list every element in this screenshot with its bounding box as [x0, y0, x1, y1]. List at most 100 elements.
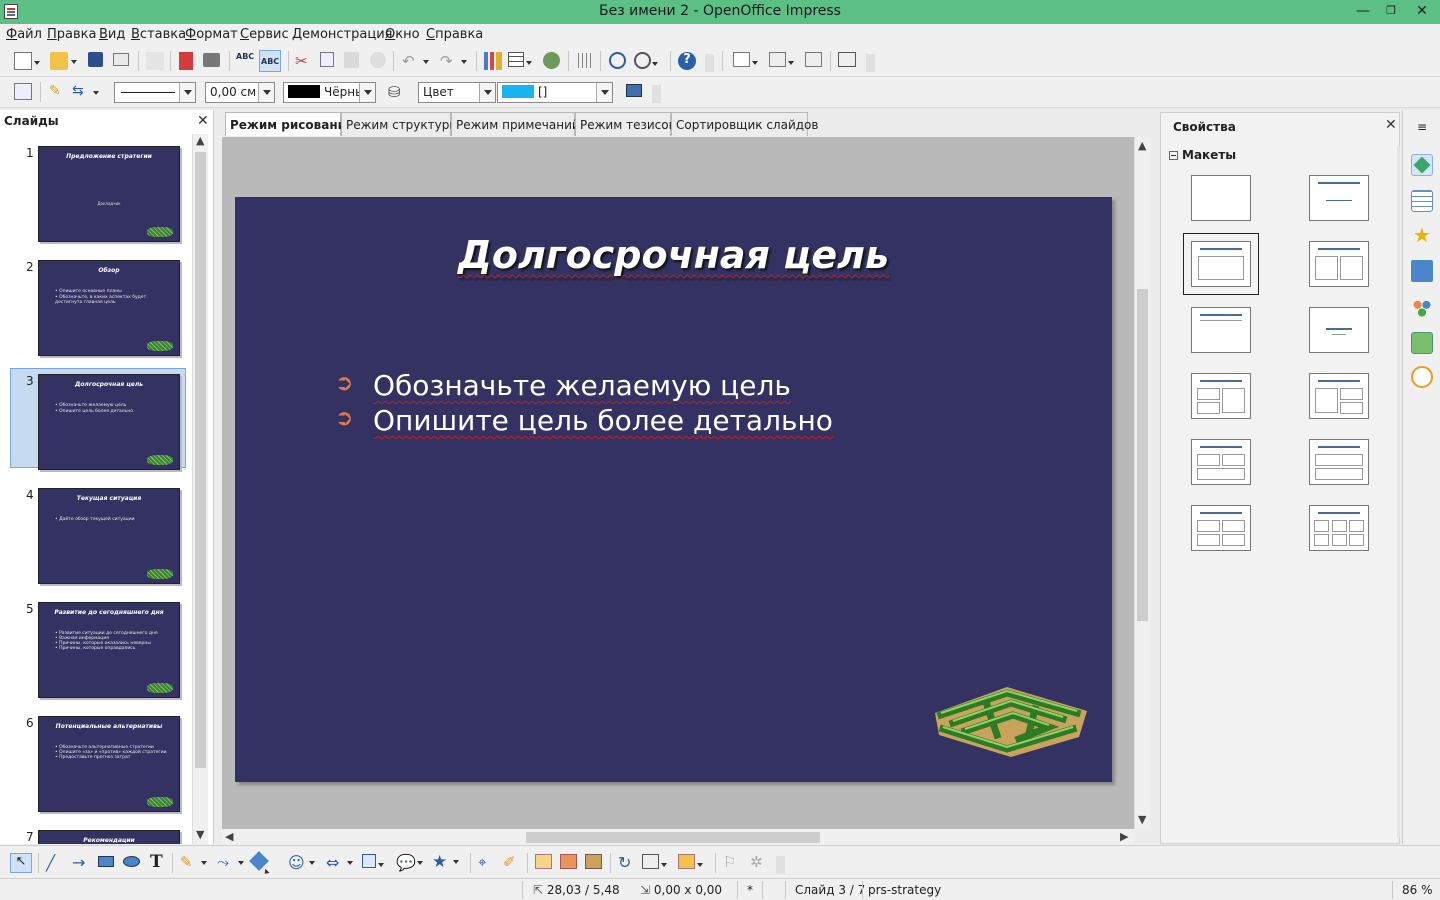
slide-layout-icon[interactable] [769, 52, 794, 67]
menu-tools[interactable]: Сервис [240, 27, 289, 42]
points-icon[interactable]: ⌖ [478, 853, 496, 871]
block-arrows-icon[interactable]: ⇔ [326, 853, 353, 872]
chart-icon[interactable] [484, 52, 502, 70]
area-style-select[interactable]: Цвет [418, 82, 496, 103]
layout-title-two-content[interactable] [1309, 241, 1369, 287]
layout-title-only[interactable] [1309, 175, 1369, 221]
slide-design-icon[interactable] [805, 52, 822, 67]
menu-help[interactable]: Справка [426, 27, 483, 42]
slide-thumbnail-6[interactable]: 6 Потенциальные альтернативы • Обозначьт… [10, 710, 186, 812]
layout-title-stacked[interactable] [1309, 439, 1369, 485]
flowchart-icon[interactable] [362, 854, 384, 868]
clone-formatting-icon[interactable] [370, 52, 386, 68]
media-gallery-icon[interactable] [543, 52, 560, 69]
menu-window[interactable]: Окно [385, 27, 420, 42]
layout-title-top[interactable] [1191, 307, 1251, 353]
spellcheck-icon[interactable]: ABC [236, 52, 254, 70]
navigator-icon[interactable] [609, 52, 626, 69]
layout-title-2-over[interactable] [1191, 439, 1251, 485]
symbol-shapes-icon[interactable]: ☺ [288, 853, 315, 872]
slide-thumbnail-2[interactable]: 2 Обзор • Опишите основные планы • Обозн… [10, 254, 186, 356]
extrusion-icon[interactable]: ⚐ [723, 853, 741, 871]
zoom-icon[interactable] [634, 52, 658, 69]
tab-notes-view[interactable]: Режим примечаний [451, 112, 580, 136]
alignment-icon[interactable] [642, 854, 667, 869]
gallery-tool-icon[interactable] [585, 854, 602, 869]
stars-icon[interactable]: ★ [432, 852, 459, 872]
tab-outline-view[interactable]: Режим структуры [341, 112, 459, 136]
menu-edit[interactable]: Правка [47, 27, 96, 42]
table-icon[interactable] [508, 52, 532, 67]
save-icon[interactable] [88, 52, 103, 67]
arrange-icon[interactable] [678, 854, 703, 869]
properties-close-icon[interactable]: ✕ [1385, 117, 1397, 133]
edit-file-icon[interactable] [146, 52, 164, 70]
callouts-icon[interactable]: 💬 [396, 853, 423, 872]
fill-bucket-icon[interactable]: ⛁ [388, 83, 406, 101]
print-icon[interactable] [203, 53, 220, 67]
maximize-button[interactable]: ❐ [1378, 2, 1404, 20]
line-ends-icon[interactable]: ⇆ [72, 83, 99, 101]
layout-title-content[interactable] [1183, 233, 1259, 295]
area-color-select[interactable]: [] [497, 82, 613, 103]
shadow-icon[interactable] [626, 84, 642, 97]
layout-title-four[interactable] [1191, 505, 1251, 551]
modified-indicator[interactable]: * [747, 883, 753, 897]
grid-icon[interactable] [578, 53, 593, 68]
master-pages-icon[interactable] [1411, 190, 1433, 212]
line-width-field[interactable]: 0,00 см [205, 82, 275, 103]
layouts-section[interactable]: Макеты [1169, 148, 1236, 162]
slide-thumbnail-5[interactable]: 5 Развитие до сегодняшнего дня • Развити… [10, 596, 186, 698]
scroll-up-icon[interactable]: ▲ [1138, 139, 1146, 152]
layout-title-1-2[interactable] [1309, 373, 1369, 419]
scroll-left-icon[interactable]: ◀ [225, 830, 233, 843]
rectangle-tool-icon[interactable] [98, 856, 114, 867]
minimize-button[interactable]: — [1350, 2, 1376, 20]
copy-icon[interactable] [320, 52, 334, 67]
canvas-horizontal-scrollbar[interactable]: ◀ ▶ [222, 829, 1134, 845]
ellipse-tool-icon[interactable] [123, 856, 140, 867]
connector-tool-icon[interactable]: ⤳ [217, 853, 244, 871]
layout-title-2-1[interactable] [1191, 373, 1251, 419]
autospell-icon[interactable]: ABC [259, 50, 281, 72]
3d-effects-icon[interactable]: ✲ [750, 853, 768, 871]
tab-handout-view[interactable]: Режим тезисов [575, 112, 676, 136]
menu-file[interactable]: Файл [6, 27, 42, 42]
toolbar-overflow-icon-3[interactable] [652, 85, 661, 103]
arrow-style-icon[interactable]: ✎ [49, 83, 67, 101]
zoom-indicator[interactable]: 86 % [1402, 883, 1433, 897]
cut-icon[interactable]: ✂ [295, 52, 313, 70]
redo-icon[interactable]: ↷ [440, 52, 467, 70]
toolbar-overflow-icon-4[interactable] [776, 856, 785, 874]
new-slide-icon[interactable] [733, 52, 758, 67]
glue-points-icon[interactable]: ✐ [503, 853, 521, 871]
canvas-vertical-scrollbar[interactable]: ▲ ▼ [1134, 137, 1150, 829]
help-icon[interactable]: ? [678, 52, 696, 70]
toolbar-overflow-icon-2[interactable] [866, 54, 875, 72]
scroll-right-icon[interactable]: ▶ [1120, 830, 1128, 843]
fontwork-icon[interactable] [535, 854, 552, 869]
scroll-up-icon[interactable]: ▲ [196, 134, 204, 147]
basic-shapes-icon[interactable] [249, 851, 269, 871]
properties-deck-icon[interactable] [1411, 154, 1433, 176]
styles-icon[interactable] [1411, 296, 1433, 318]
scroll-down-icon[interactable]: ▼ [1138, 813, 1146, 826]
slideshow-icon[interactable] [838, 52, 856, 67]
new-icon[interactable] [14, 52, 40, 70]
close-button[interactable]: ✕ [1404, 2, 1440, 20]
editing-canvas[interactable]: Долгосрочная цель ➲ Обозначьте желаемую … [222, 137, 1150, 829]
scroll-down-icon[interactable]: ▼ [196, 828, 204, 841]
undo-icon[interactable]: ↶ [402, 52, 429, 70]
sidebar-menu-icon[interactable]: ≡ [1411, 120, 1433, 142]
collapse-icon[interactable] [1169, 151, 1178, 160]
menu-format[interactable]: Формат [185, 27, 238, 42]
toolbar-overflow-icon[interactable] [705, 54, 714, 72]
line-tool-icon[interactable]: ╱ [46, 854, 64, 872]
menu-slideshow[interactable]: Демонстрация [292, 27, 392, 42]
layout-title-six[interactable] [1309, 505, 1369, 551]
line-style-dialog-icon[interactable] [14, 83, 32, 100]
slide-thumbnail-1[interactable]: 1 Предложение стратегии Докладчик [10, 140, 186, 242]
line-style-select[interactable] [114, 82, 196, 103]
navigator-deck-icon[interactable] [1411, 366, 1433, 388]
layout-blank[interactable] [1191, 175, 1251, 221]
